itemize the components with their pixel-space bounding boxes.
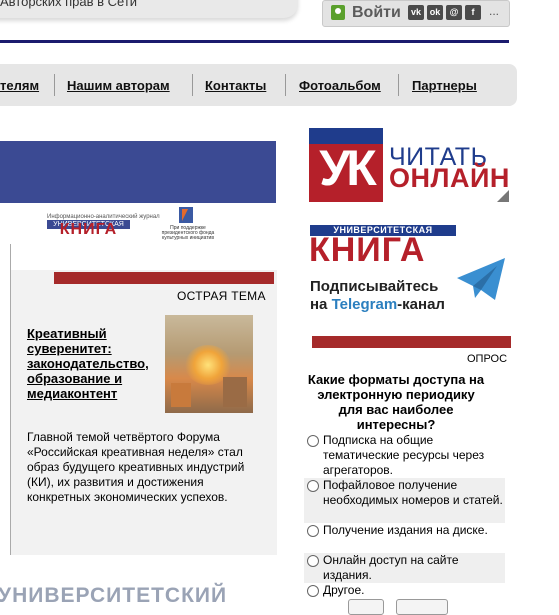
uk-logo-letters: УК bbox=[319, 140, 377, 196]
section-label: ОСТРАЯ ТЕМА bbox=[177, 289, 266, 303]
poll-option-label: Пофайловое получение необходимых номеров… bbox=[323, 478, 503, 507]
main-nav: телям Нашим авторам Контакты Фотоальбом … bbox=[0, 64, 517, 106]
telegram-word: Telegram bbox=[331, 296, 398, 313]
grant-fund-logo[interactable] bbox=[179, 207, 193, 223]
article-image[interactable] bbox=[165, 315, 253, 413]
nav-separator bbox=[54, 74, 55, 96]
radio-button[interactable] bbox=[307, 435, 319, 447]
corner-fold-icon bbox=[497, 190, 509, 202]
bottom-heading: УНИВЕРСИТЕТСКИЙ bbox=[0, 584, 228, 607]
nav-item-authors[interactable]: Нашим авторам bbox=[67, 78, 170, 93]
telegram-prefix: на bbox=[310, 296, 332, 313]
poll-option[interactable]: Другое. bbox=[304, 583, 505, 598]
poll-option-label: Получение издания на диске. bbox=[323, 523, 488, 537]
telegram-plane-icon bbox=[457, 258, 505, 300]
header-divider bbox=[0, 40, 509, 43]
column-divider bbox=[10, 244, 11, 554]
mail-icon[interactable]: @ bbox=[446, 5, 462, 20]
poll-option[interactable]: Пофайловое получение необходимых номеров… bbox=[304, 478, 505, 523]
poll-option-label: Другое. bbox=[323, 583, 365, 597]
radio-button[interactable] bbox=[307, 585, 319, 597]
telegram-suffix: -канал bbox=[397, 296, 445, 313]
article-title-link[interactable]: Креативный суверенитет: законодательство… bbox=[27, 326, 159, 401]
nav-separator bbox=[398, 74, 399, 96]
telegram-banner-title: КНИГА bbox=[309, 231, 426, 269]
telegram-channel-text: на Telegram-канал bbox=[310, 296, 445, 313]
radio-button[interactable] bbox=[307, 525, 319, 537]
telegram-subscribe-text: Подписывайтесь bbox=[310, 278, 439, 295]
login-button[interactable]: Войти bbox=[352, 4, 401, 22]
poll-question: Какие форматы доступа на электронную пер… bbox=[307, 372, 485, 432]
poll-option[interactable]: Получение издания на диске. bbox=[304, 523, 505, 553]
radio-button[interactable] bbox=[307, 480, 319, 492]
poll-option[interactable]: Подписка на общие тематические ресурсы ч… bbox=[304, 433, 505, 478]
image-block bbox=[223, 377, 247, 407]
poll-option-label: Подписка на общие тематические ресурсы ч… bbox=[323, 433, 485, 477]
facebook-icon[interactable]: f bbox=[465, 5, 481, 20]
odnoklassniki-icon[interactable]: ok bbox=[427, 5, 443, 20]
section-bar bbox=[54, 272, 274, 284]
read-online-line2: ОНЛАЙН bbox=[389, 163, 510, 193]
poll-option[interactable]: Онлайн доступ на сайте издания. bbox=[304, 553, 505, 583]
nav-item-readers[interactable]: телям bbox=[0, 78, 39, 93]
nav-separator bbox=[285, 74, 286, 96]
article-summary: Главной темой четвёртого Форума «Российс… bbox=[27, 430, 245, 504]
grant-fund-text: При поддержке президентского фонда культ… bbox=[161, 225, 215, 241]
poll-option-label: Онлайн доступ на сайте издания. bbox=[323, 553, 459, 582]
nav-item-photoalbum[interactable]: Фотоальбом bbox=[299, 78, 381, 93]
main-banner[interactable] bbox=[0, 141, 276, 203]
poll-label: ОПРОС bbox=[467, 353, 508, 365]
nav-item-partners[interactable]: Партнеры bbox=[412, 78, 477, 93]
nav-separator bbox=[192, 74, 193, 96]
image-block bbox=[171, 383, 191, 407]
more-social-button[interactable]: ... bbox=[489, 4, 499, 18]
radio-button[interactable] bbox=[307, 555, 319, 567]
top-banner-text: Авторских прав в Сети bbox=[0, 0, 138, 9]
vk-icon[interactable]: vk bbox=[408, 5, 424, 20]
nav-item-contacts[interactable]: Контакты bbox=[205, 78, 266, 93]
user-login-icon[interactable] bbox=[331, 5, 345, 20]
uk-logo-title[interactable]: КНИГА bbox=[47, 221, 130, 239]
results-button[interactable] bbox=[396, 599, 448, 615]
vote-button[interactable] bbox=[348, 599, 384, 615]
poll-bar bbox=[312, 336, 511, 348]
